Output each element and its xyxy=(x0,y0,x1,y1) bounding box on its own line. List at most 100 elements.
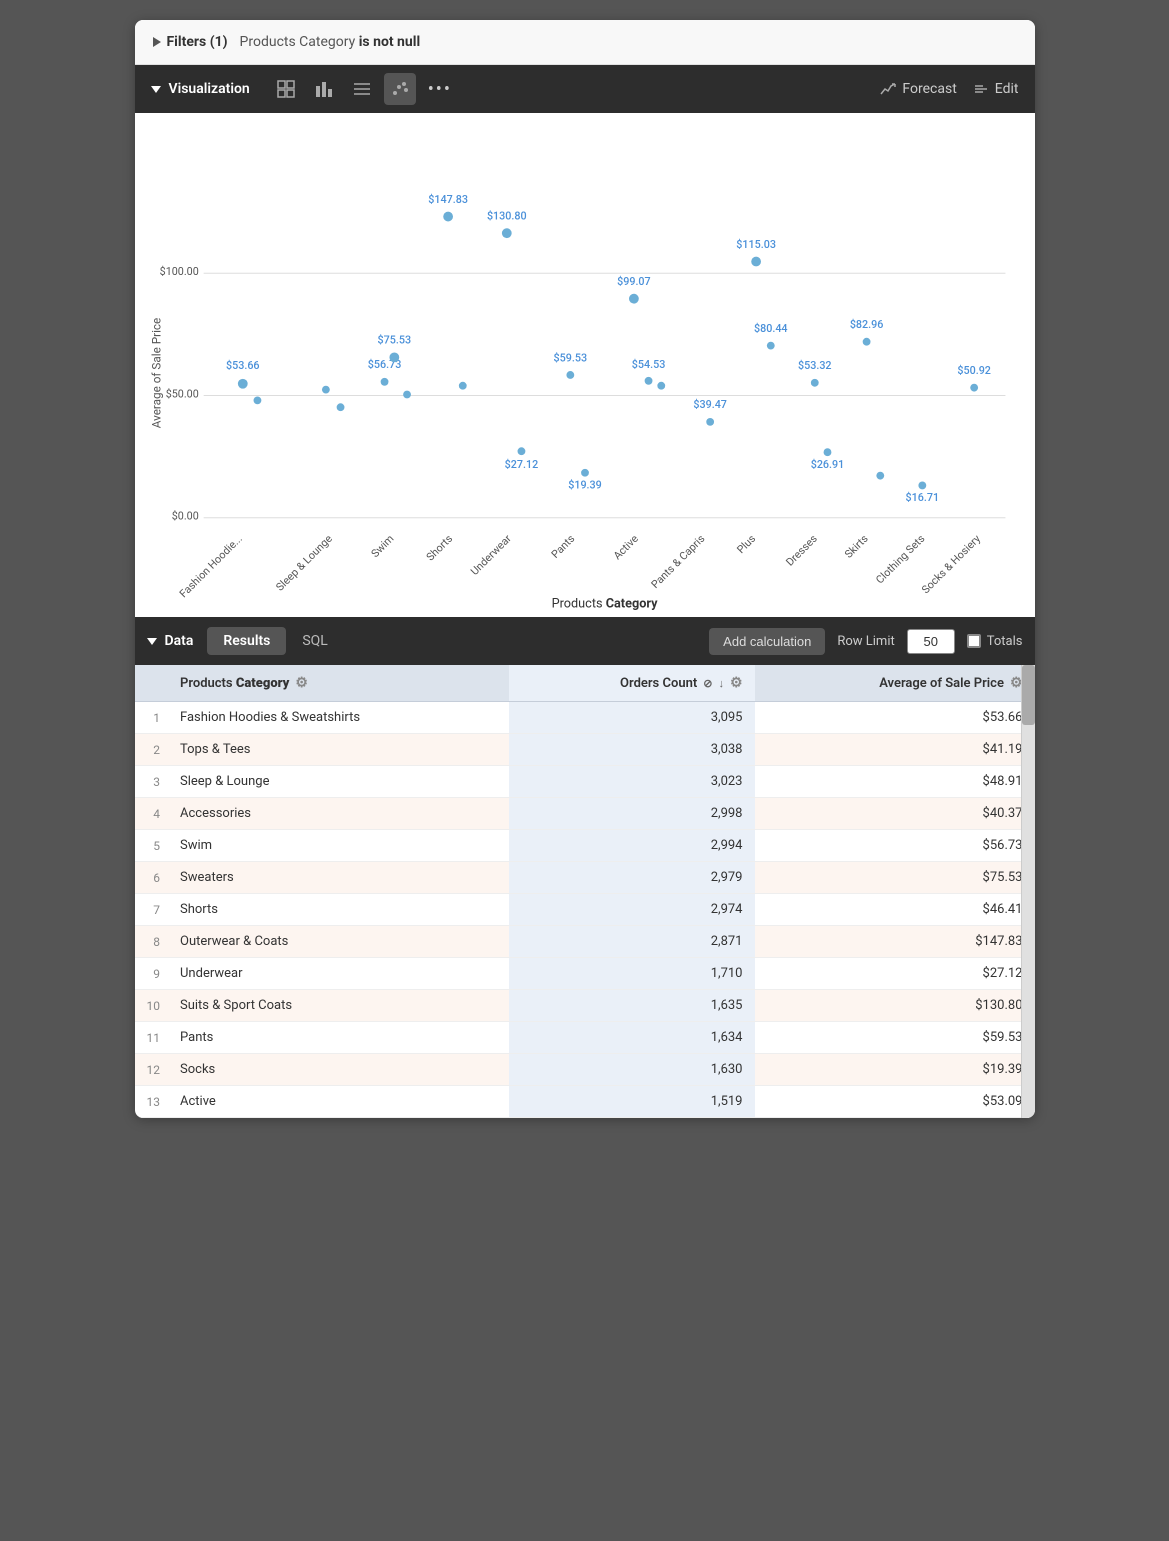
row-num: 2 xyxy=(135,734,169,766)
filters-label: Filters (1) xyxy=(167,34,228,50)
row-category: Outerwear & Coats xyxy=(168,926,509,958)
row-num: 6 xyxy=(135,862,169,894)
table-body: 1 Fashion Hoodies & Sweatshirts 3,095 $5… xyxy=(135,702,1035,1118)
row-num: 13 xyxy=(135,1086,169,1118)
svg-text:Skirts: Skirts xyxy=(842,532,871,561)
col-orders-gear-icon[interactable]: ⚙ xyxy=(730,675,743,691)
col-orders-label: Orders Count xyxy=(620,676,697,691)
forecast-label: Forecast xyxy=(902,81,956,97)
bar-chart-view-icon[interactable] xyxy=(308,73,340,105)
col-header-category[interactable]: Products Category ⚙ xyxy=(168,665,509,702)
data-table: Products Category ⚙ Orders Count ⊘ ↓ ⚙ xyxy=(135,665,1035,1118)
data-table-wrap: Products Category ⚙ Orders Count ⊘ ↓ ⚙ xyxy=(135,665,1035,1118)
svg-text:Shorts: Shorts xyxy=(423,532,455,564)
data-title-group[interactable]: Data xyxy=(147,633,194,649)
row-avg-price: $40.37 xyxy=(755,798,1035,830)
row-orders-count: 3,095 xyxy=(509,702,754,734)
row-num: 12 xyxy=(135,1054,169,1086)
table-row: 9 Underwear 1,710 $27.12 xyxy=(135,958,1035,990)
col-avg-price-label: Average of Sale Price xyxy=(879,676,1004,691)
svg-text:Products Category: Products Category xyxy=(551,597,658,612)
scrollbar[interactable] xyxy=(1021,665,1035,1118)
table-row: 2 Tops & Tees 3,038 $41.19 xyxy=(135,734,1035,766)
viz-title-group[interactable]: Visualization xyxy=(151,81,250,97)
row-avg-price: $130.80 xyxy=(755,990,1035,1022)
totals-toggle[interactable]: Totals xyxy=(967,634,1023,649)
row-num: 5 xyxy=(135,830,169,862)
svg-text:$53.66: $53.66 xyxy=(226,359,260,372)
svg-text:$59.53: $59.53 xyxy=(553,351,587,364)
data-collapse-icon xyxy=(147,638,157,645)
row-orders-count: 1,630 xyxy=(509,1054,754,1086)
row-avg-price: $53.66 xyxy=(755,702,1035,734)
y-axis-label: Average of Sale Price xyxy=(149,318,163,429)
row-orders-count: 2,994 xyxy=(509,830,754,862)
filters-bar: Filters (1) Products Category is not nul… xyxy=(135,20,1035,65)
row-limit-label: Row Limit xyxy=(837,634,894,649)
col-header-avg-price[interactable]: Average of Sale Price ⚙ xyxy=(755,665,1035,702)
data-tabs: Results SQL xyxy=(207,627,343,655)
row-orders-count: 1,635 xyxy=(509,990,754,1022)
row-avg-price: $56.73 xyxy=(755,830,1035,862)
scatter-view-icon[interactable] xyxy=(384,73,416,105)
filter-condition: Products Category is not null xyxy=(240,34,421,50)
table-row: 8 Outerwear & Coats 2,871 $147.83 xyxy=(135,926,1035,958)
table-row: 6 Sweaters 2,979 $75.53 xyxy=(135,862,1035,894)
viz-icon-group: ••• xyxy=(270,73,873,105)
edit-button[interactable]: Edit xyxy=(973,81,1019,97)
col-orders-sort-icon[interactable]: ↓ xyxy=(718,677,724,690)
totals-checkbox[interactable] xyxy=(967,634,981,648)
svg-text:$54.53: $54.53 xyxy=(631,358,665,371)
svg-text:Pants & Capris: Pants & Capris xyxy=(648,532,707,591)
row-category: Sleep & Lounge xyxy=(168,766,509,798)
svg-text:$75.53: $75.53 xyxy=(377,334,411,347)
filters-toggle[interactable]: Filters (1) xyxy=(153,34,228,50)
col-header-orders-count[interactable]: Orders Count ⊘ ↓ ⚙ xyxy=(509,665,754,702)
totals-label-text: Totals xyxy=(987,634,1023,649)
row-avg-price: $27.12 xyxy=(755,958,1035,990)
svg-text:Dresses: Dresses xyxy=(783,532,820,569)
table-header-row: Products Category ⚙ Orders Count ⊘ ↓ ⚙ xyxy=(135,665,1035,702)
data-toolbar: Data Results SQL Add calculation Row Lim… xyxy=(135,617,1035,665)
svg-text:$147.83: $147.83 xyxy=(428,193,468,206)
row-orders-count: 1,519 xyxy=(509,1086,754,1118)
add-calculation-button[interactable]: Add calculation xyxy=(709,628,825,655)
table-view-icon[interactable] xyxy=(270,73,302,105)
viz-actions-group: Forecast Edit xyxy=(880,81,1018,97)
row-avg-price: $19.39 xyxy=(755,1054,1035,1086)
svg-text:Sleep & Lounge: Sleep & Lounge xyxy=(273,532,335,594)
row-orders-count: 1,634 xyxy=(509,1022,754,1054)
list-view-icon[interactable] xyxy=(346,73,378,105)
row-orders-count: 2,979 xyxy=(509,862,754,894)
row-category: Socks xyxy=(168,1054,509,1086)
viz-title-label: Visualization xyxy=(169,81,250,97)
row-category: Active xyxy=(168,1086,509,1118)
row-num: 4 xyxy=(135,798,169,830)
col-orders-filter-icon: ⊘ xyxy=(703,677,712,690)
tab-sql[interactable]: SQL xyxy=(286,627,343,655)
more-options-icon[interactable]: ••• xyxy=(422,75,458,104)
svg-text:$50.00: $50.00 xyxy=(165,387,198,400)
col-header-index xyxy=(135,665,169,702)
svg-text:$99.07: $99.07 xyxy=(617,275,651,288)
table-row: 1 Fashion Hoodies & Sweatshirts 3,095 $5… xyxy=(135,702,1035,734)
row-orders-count: 2,974 xyxy=(509,894,754,926)
svg-text:$53.32: $53.32 xyxy=(798,359,832,372)
viz-toolbar: Visualization ••• Forecast xyxy=(135,65,1035,113)
row-orders-count: 1,710 xyxy=(509,958,754,990)
row-category: Shorts xyxy=(168,894,509,926)
forecast-button[interactable]: Forecast xyxy=(880,81,956,97)
row-avg-price: $41.19 xyxy=(755,734,1035,766)
svg-text:$50.92: $50.92 xyxy=(957,364,991,377)
tab-results[interactable]: Results xyxy=(207,627,286,655)
svg-text:$19.39: $19.39 xyxy=(568,478,602,491)
svg-text:$80.44: $80.44 xyxy=(754,322,788,335)
svg-text:Fashion Hoodie...: Fashion Hoodie... xyxy=(176,532,244,600)
row-limit-input[interactable] xyxy=(907,629,955,654)
svg-text:Clothing Sets: Clothing Sets xyxy=(873,532,927,586)
svg-text:$0.00: $0.00 xyxy=(171,510,198,523)
svg-text:Underwear: Underwear xyxy=(468,532,514,578)
row-avg-price: $147.83 xyxy=(755,926,1035,958)
col-category-gear-icon[interactable]: ⚙ xyxy=(295,675,308,691)
row-num: 8 xyxy=(135,926,169,958)
